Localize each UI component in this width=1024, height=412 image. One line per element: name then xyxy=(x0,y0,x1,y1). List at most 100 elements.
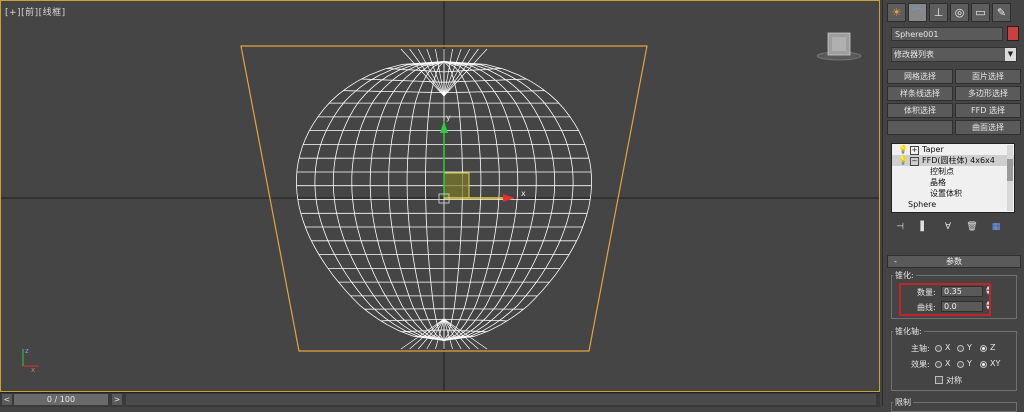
empty-button-slot[interactable] xyxy=(887,120,953,135)
utilities-tab[interactable]: ✎ xyxy=(992,3,1011,22)
parameters-rollout-header[interactable]: - 参数 xyxy=(887,255,1021,268)
motion-tab[interactable]: ◎ xyxy=(950,3,969,22)
axis-tripod: z x xyxy=(22,347,39,374)
wire-pole-spoke xyxy=(426,318,445,350)
viewport-label-menu[interactable]: [+][前][线框] xyxy=(5,5,66,18)
create-icon: ☀ xyxy=(891,6,902,19)
apple-wireframe[interactable] xyxy=(295,48,593,350)
surface-select-button[interactable]: 曲面选择 xyxy=(955,120,1021,135)
make-unique-icon[interactable]: ∀ xyxy=(939,222,957,232)
stack-label-sphere: Sphere xyxy=(908,200,937,209)
display-icon: ▭ xyxy=(975,6,986,19)
modifier-list-dropdown[interactable]: 修改器列表 ▼ xyxy=(891,47,1017,62)
tripod-x-label: x xyxy=(31,366,35,374)
command-panel: ☀ ⌒ ⊥ ◎ ▭ ✎ Sphere001 修改器列表 ▼ 网格选择 面片选择 … xyxy=(882,0,1024,412)
object-name-field[interactable]: Sphere001 xyxy=(891,27,1003,41)
expand-plus-icon: + xyxy=(910,146,919,155)
viewport-canvas[interactable]: y x z x xyxy=(1,1,880,392)
gizmo-x-label: x xyxy=(521,189,526,198)
rollout-collapse-label: - xyxy=(894,257,897,266)
hierarchy-icon: ⊥ xyxy=(933,6,944,19)
collapse-minus-icon: − xyxy=(910,157,919,166)
primary-axis-y-label: Y xyxy=(967,343,972,352)
symmetry-checkbox[interactable] xyxy=(935,376,943,384)
poly-select-button[interactable]: 多边形选择 xyxy=(955,86,1021,101)
pin-stack-icon[interactable]: ⊣ xyxy=(891,222,909,232)
effect-axis-x-radio[interactable] xyxy=(935,361,942,368)
primary-axis-x-radio[interactable] xyxy=(935,345,942,352)
modifier-list-label: 修改器列表 xyxy=(894,50,934,59)
effect-axis-x-label: X xyxy=(945,359,951,368)
effect-axis-y-label: Y xyxy=(967,359,972,368)
ffd-select-button[interactable]: FFD 选择 xyxy=(955,103,1021,118)
primary-axis-z-label: Z xyxy=(990,343,996,352)
effect-axis-y-radio[interactable] xyxy=(957,361,964,368)
wire-pole-spoke xyxy=(443,318,462,350)
configure-modifier-sets-icon[interactable]: ▦ xyxy=(987,222,1005,232)
modify-tab[interactable]: ⌒ xyxy=(908,3,927,22)
primary-axis-x-label: X xyxy=(945,343,951,352)
light-bulb-icon: 💡 xyxy=(898,156,908,165)
wire-pole-spoke xyxy=(409,318,445,350)
command-panel-tabs: ☀ ⌒ ⊥ ◎ ▭ ✎ xyxy=(887,3,1011,23)
stack-label-taper: Taper xyxy=(922,145,944,154)
symmetry-label: 对称 xyxy=(946,376,962,385)
utilities-icon: ✎ xyxy=(996,6,1007,19)
time-ruler[interactable] xyxy=(126,394,876,405)
motion-icon: ◎ xyxy=(954,6,965,19)
wire-pole-spoke xyxy=(409,48,445,97)
tripod-z-label: z xyxy=(25,347,29,355)
limit-group-title: 限制 xyxy=(893,397,913,408)
taper-axis-group-title: 锥化轴: xyxy=(893,326,924,337)
taper-group-title: 锥化: xyxy=(893,270,916,281)
effect-axis-xy-radio[interactable] xyxy=(980,361,987,368)
stack-scrollbar-thumb[interactable] xyxy=(1007,159,1013,181)
spline-select-button[interactable]: 样条线选择 xyxy=(887,86,953,101)
wire-pole-spoke xyxy=(443,318,479,350)
time-slider[interactable]: 0 / 100 xyxy=(14,394,108,405)
hierarchy-tab[interactable]: ⊥ xyxy=(929,3,948,22)
parameters-title: 参数 xyxy=(946,257,962,266)
gizmo-x-arrow[interactable] xyxy=(503,194,515,202)
patch-select-button[interactable]: 面片选择 xyxy=(955,69,1021,84)
remove-modifier-icon[interactable]: 🗑 xyxy=(963,222,981,232)
time-prev-button[interactable]: < xyxy=(2,394,12,405)
stack-subitem-lattice[interactable]: 晶格 xyxy=(892,177,1014,188)
modifier-stack[interactable]: 💡 + Taper 💡 − FFD(圆柱体) 4x6x4 控制点 晶格 设置体积… xyxy=(891,143,1015,213)
stack-tools: ⊣ ▌ ∀ 🗑 ▦ xyxy=(891,220,1017,234)
effect-axis-label: 效果: xyxy=(911,360,930,369)
object-color-swatch[interactable] xyxy=(1007,26,1019,41)
primary-axis-label: 主轴: xyxy=(911,344,930,353)
annotation-highlight-box xyxy=(899,283,991,316)
time-next-button[interactable]: > xyxy=(112,394,122,405)
stack-subitem-set-volume[interactable]: 设置体积 xyxy=(892,188,1014,199)
chevron-down-icon: ▼ xyxy=(1005,48,1016,61)
stack-label-ffd: FFD(圆柱体) 4x6x4 xyxy=(922,156,995,165)
viewcube[interactable] xyxy=(816,32,862,61)
mesh-select-button[interactable]: 网格选择 xyxy=(887,69,953,84)
stack-item-ffd[interactable]: 💡 − FFD(圆柱体) 4x6x4 xyxy=(892,155,1014,166)
wire-pole-spoke xyxy=(443,48,479,97)
vol-select-button[interactable]: 体积选择 xyxy=(887,103,953,118)
primary-axis-y-radio[interactable] xyxy=(957,345,964,352)
stack-scrollbar[interactable] xyxy=(1007,145,1013,211)
wire-pole-spoke xyxy=(426,48,445,97)
show-end-result-icon[interactable]: ▌ xyxy=(915,222,933,232)
time-slider-bar: < 0 / 100 > xyxy=(0,392,880,407)
gizmo-y-label: y xyxy=(446,113,451,122)
stack-item-taper[interactable]: 💡 + Taper xyxy=(892,144,1014,155)
front-viewport[interactable]: y x z x [+][前][线框] xyxy=(0,0,880,392)
stack-label-set-volume: 设置体积 xyxy=(930,189,962,198)
display-tab[interactable]: ▭ xyxy=(971,3,990,22)
wire-pole-spoke xyxy=(443,48,462,97)
effect-axis-xy-label: XY xyxy=(990,359,1001,368)
create-tab[interactable]: ☀ xyxy=(887,3,906,22)
stack-label-lattice: 晶格 xyxy=(930,178,946,187)
stack-label-control-points: 控制点 xyxy=(930,167,954,176)
stack-item-sphere[interactable]: Sphere xyxy=(892,199,1014,210)
gizmo-y-arrow[interactable] xyxy=(440,121,448,133)
modify-icon: ⌒ xyxy=(912,6,923,20)
light-bulb-icon: 💡 xyxy=(898,145,908,154)
primary-axis-z-radio[interactable] xyxy=(980,345,987,352)
stack-subitem-control-points[interactable]: 控制点 xyxy=(892,166,1014,177)
